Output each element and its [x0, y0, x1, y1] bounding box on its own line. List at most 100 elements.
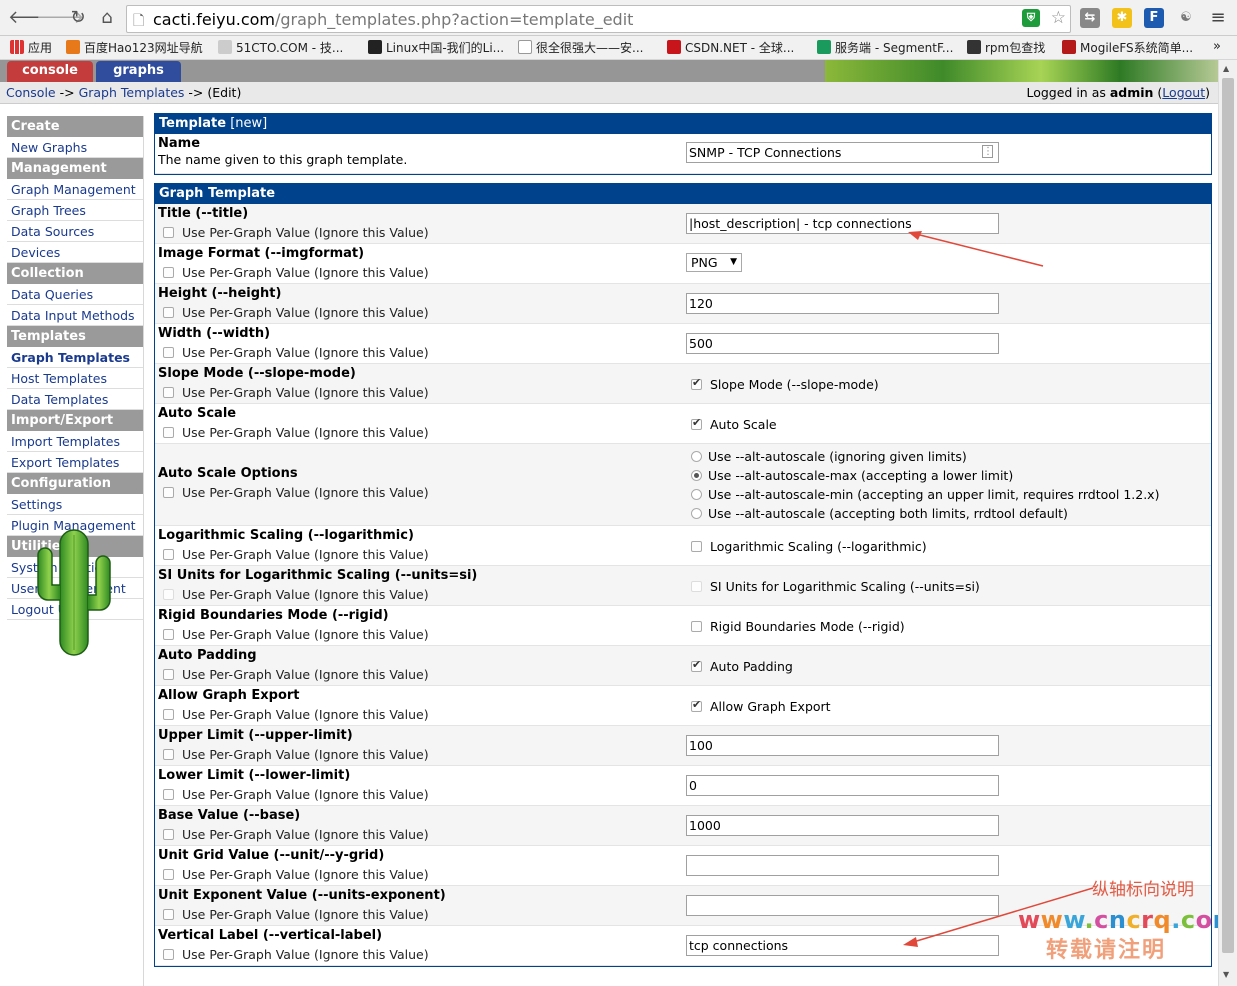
- scroll-thumb[interactable]: [1222, 78, 1234, 953]
- autoscale-option[interactable]: Auto Scale: [691, 416, 777, 432]
- shield-icon[interactable]: ⛨: [1022, 9, 1040, 27]
- sidebar-item-data-queries[interactable]: Data Queries: [7, 284, 143, 305]
- padding-checkbox[interactable]: [691, 658, 702, 672]
- sidebar-item-settings[interactable]: Settings: [7, 494, 143, 515]
- units_si-option[interactable]: SI Units for Logarithmic Scaling (--unit…: [691, 579, 980, 594]
- vlabel-per-graph-option[interactable]: Use Per-Graph Value (Ignore this Value): [163, 947, 429, 962]
- rigid-per-graph-option[interactable]: Use Per-Graph Value (Ignore this Value): [163, 627, 429, 642]
- per-graph-checkbox[interactable]: [163, 709, 174, 720]
- autoscale-radio-0[interactable]: Use --alt-autoscale (ignoring given limi…: [691, 449, 967, 464]
- unitgrid-input[interactable]: [686, 855, 999, 876]
- autoscale-checkbox[interactable]: [691, 416, 702, 430]
- menu-icon[interactable]: ≡: [1206, 6, 1230, 30]
- address-bar[interactable]: 🗋 cacti.feiyu.com/graph_templates.php?ac…: [126, 5, 1071, 33]
- logarithmic-option[interactable]: Logarithmic Scaling (--logarithmic): [691, 539, 927, 554]
- per-graph-checkbox[interactable]: [163, 267, 174, 278]
- padding-option[interactable]: Auto Padding: [691, 658, 793, 674]
- radio-button[interactable]: [691, 489, 702, 500]
- field-list-icon[interactable]: ⋮: [982, 145, 993, 158]
- bookmark-csdn[interactable]: CSDN.NET - 全球...: [667, 39, 794, 56]
- extension-f-icon[interactable]: F: [1144, 8, 1164, 28]
- bookmark-segmentfault[interactable]: 服务端 - SegmentF...: [817, 39, 953, 56]
- export-per-graph-option[interactable]: Use Per-Graph Value (Ignore this Value): [163, 707, 429, 722]
- lower-per-graph-option[interactable]: Use Per-Graph Value (Ignore this Value): [163, 787, 429, 802]
- base-input[interactable]: 1000: [686, 815, 999, 836]
- per-graph-checkbox[interactable]: [163, 487, 174, 498]
- title-per-graph-option[interactable]: Use Per-Graph Value (Ignore this Value): [163, 225, 429, 240]
- per-graph-checkbox[interactable]: [163, 549, 174, 560]
- export-option[interactable]: Allow Graph Export: [691, 698, 831, 714]
- height-input[interactable]: 120: [686, 293, 999, 314]
- bookmark-51cto[interactable]: 51CTO.COM - 技...: [218, 39, 343, 56]
- sidebar-item-data-templates[interactable]: Data Templates: [7, 389, 143, 410]
- bookmark-linux-cn[interactable]: Linux中国-我们的Li...: [368, 39, 504, 56]
- autoscale-radio-1[interactable]: Use --alt-autoscale-max (accepting a low…: [691, 468, 1013, 483]
- rigid-checkbox[interactable]: [691, 621, 702, 632]
- per-graph-checkbox[interactable]: [163, 427, 174, 438]
- bookmark-hao123[interactable]: 百度Hao123网址导航: [66, 39, 203, 56]
- bookmark-mogilefs[interactable]: MogileFS系统简单...: [1062, 39, 1193, 56]
- per-graph-checkbox[interactable]: [163, 629, 174, 640]
- radio-button[interactable]: [691, 451, 702, 462]
- scroll-down-icon[interactable]: ▼: [1223, 970, 1229, 979]
- bookmark-rpm[interactable]: rpm包查找: [967, 39, 1045, 56]
- logarithmic-per-graph-option[interactable]: Use Per-Graph Value (Ignore this Value): [163, 547, 429, 562]
- autoscale-per-graph-option[interactable]: Use Per-Graph Value (Ignore this Value): [163, 425, 429, 440]
- bookmarks-overflow-icon[interactable]: »: [1213, 39, 1221, 54]
- slope-option[interactable]: Slope Mode (--slope-mode): [691, 376, 879, 392]
- radio-button[interactable]: [691, 470, 702, 481]
- slope-per-graph-option[interactable]: Use Per-Graph Value (Ignore this Value): [163, 385, 429, 400]
- padding-per-graph-option[interactable]: Use Per-Graph Value (Ignore this Value): [163, 667, 429, 682]
- slope-checkbox[interactable]: [691, 376, 702, 390]
- per-graph-checkbox[interactable]: [163, 749, 174, 760]
- unitexp-per-graph-option[interactable]: Use Per-Graph Value (Ignore this Value): [163, 907, 429, 922]
- radio-button[interactable]: [691, 508, 702, 519]
- extension-translate-icon[interactable]: ☯: [1176, 8, 1196, 28]
- per-graph-checkbox[interactable]: [163, 909, 174, 920]
- width-per-graph-option[interactable]: Use Per-Graph Value (Ignore this Value): [163, 345, 429, 360]
- sidebar-item-new-graphs[interactable]: New Graphs: [7, 137, 143, 158]
- home-icon[interactable]: ⌂: [95, 6, 119, 30]
- rigid-option[interactable]: Rigid Boundaries Mode (--rigid): [691, 619, 905, 634]
- per-graph-checkbox[interactable]: [163, 789, 174, 800]
- upper-input[interactable]: 100: [686, 735, 999, 756]
- autoscale_opts-per-graph-option[interactable]: Use Per-Graph Value (Ignore this Value): [163, 485, 429, 500]
- scroll-up-icon[interactable]: ▲: [1223, 64, 1229, 73]
- sidebar-item-graph-management[interactable]: Graph Management: [7, 179, 143, 200]
- unitgrid-per-graph-option[interactable]: Use Per-Graph Value (Ignore this Value): [163, 867, 429, 882]
- width-input[interactable]: 500: [686, 333, 999, 354]
- autoscale-radio-3[interactable]: Use --alt-autoscale (accepting both limi…: [691, 506, 1068, 521]
- imgformat-select[interactable]: PNG ▼: [686, 253, 742, 272]
- forward-arrow-icon[interactable]: 🡒: [36, 6, 84, 30]
- title-input[interactable]: |host_description| - tcp connections: [686, 213, 999, 234]
- logarithmic-checkbox[interactable]: [691, 541, 702, 552]
- base-per-graph-option[interactable]: Use Per-Graph Value (Ignore this Value): [163, 827, 429, 842]
- vlabel-input[interactable]: tcp connections: [686, 935, 999, 956]
- units_si-checkbox[interactable]: [691, 581, 702, 592]
- sidebar-item-data-input-methods[interactable]: Data Input Methods: [7, 305, 143, 326]
- bookmark-apps[interactable]: 应用: [10, 39, 52, 56]
- units_si-per-graph-option[interactable]: Use Per-Graph Value (Ignore this Value): [163, 587, 429, 602]
- sidebar-item-import-templates[interactable]: Import Templates: [7, 431, 143, 452]
- lower-input[interactable]: 0: [686, 775, 999, 796]
- sidebar-item-graph-templates[interactable]: Graph Templates: [7, 347, 143, 368]
- breadcrumb-console[interactable]: Console: [6, 85, 56, 100]
- per-graph-checkbox[interactable]: [163, 589, 174, 600]
- star-icon[interactable]: ☆: [1051, 8, 1066, 28]
- per-graph-checkbox[interactable]: [163, 307, 174, 318]
- per-graph-checkbox[interactable]: [163, 829, 174, 840]
- breadcrumb-graph-templates[interactable]: Graph Templates: [79, 85, 185, 100]
- export-checkbox[interactable]: [691, 698, 702, 712]
- vertical-scrollbar[interactable]: ▲ ▼: [1218, 60, 1237, 986]
- per-graph-checkbox[interactable]: [163, 669, 174, 680]
- height-per-graph-option[interactable]: Use Per-Graph Value (Ignore this Value): [163, 305, 429, 320]
- unitexp-input[interactable]: [686, 895, 999, 916]
- back-arrow-icon[interactable]: 🡐: [8, 6, 56, 30]
- extension-arrow-icon[interactable]: ⇆: [1080, 8, 1100, 28]
- sidebar-item-graph-trees[interactable]: Graph Trees: [7, 200, 143, 221]
- per-graph-checkbox[interactable]: [163, 949, 174, 960]
- reload-icon[interactable]: ↻: [66, 6, 90, 30]
- upper-per-graph-option[interactable]: Use Per-Graph Value (Ignore this Value): [163, 747, 429, 762]
- logout-link[interactable]: Logout: [1162, 85, 1205, 100]
- bookmark-android[interactable]: 很全很强大——安...: [518, 39, 643, 56]
